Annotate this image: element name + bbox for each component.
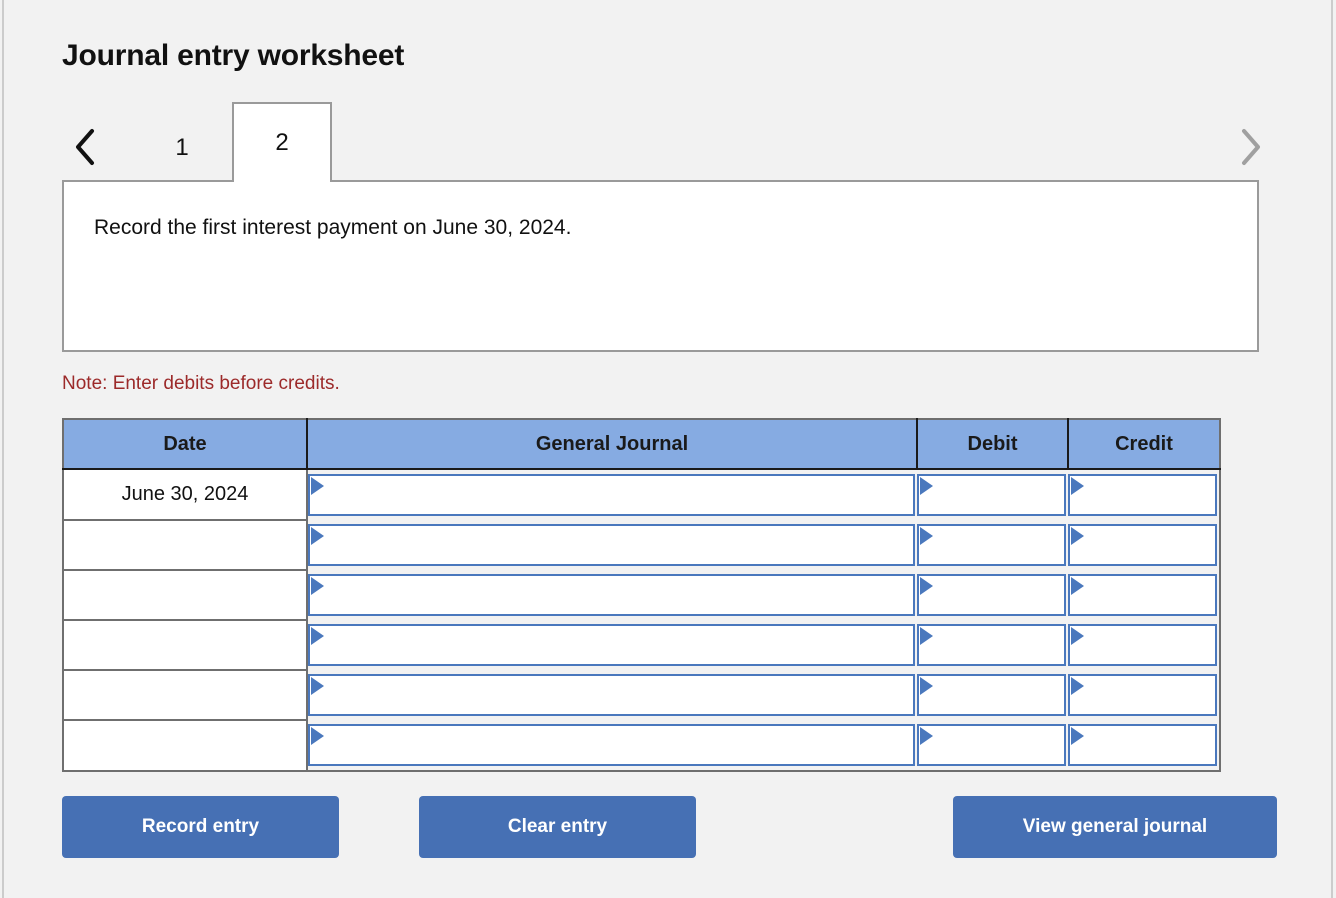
dropdown-triangle-icon: [311, 727, 324, 745]
worksheet-tabstrip: 1 2: [62, 100, 1282, 182]
page-title: Journal entry worksheet: [62, 39, 405, 72]
dropdown-triangle-icon: [920, 527, 933, 545]
cell-date-2[interactable]: [63, 519, 308, 571]
dropdown-triangle-icon: [311, 527, 324, 545]
cell-debit-5[interactable]: [917, 670, 1068, 720]
debit-input-6[interactable]: [917, 724, 1066, 766]
debit-input-5[interactable]: [917, 674, 1066, 716]
cell-credit-5[interactable]: [1068, 670, 1220, 720]
dropdown-triangle-icon: [920, 727, 933, 745]
tab-entry-2[interactable]: 2: [232, 102, 332, 182]
worksheet-tab-list: 1 2: [132, 100, 332, 182]
table-row: [63, 719, 1220, 771]
cell-general-journal-5[interactable]: [307, 670, 917, 720]
column-header-general-journal: General Journal: [307, 419, 918, 470]
general-journal-select-2[interactable]: [308, 524, 915, 566]
dropdown-triangle-icon: [311, 477, 324, 495]
cell-date-1[interactable]: June 30, 2024: [63, 469, 308, 521]
table-row: [63, 569, 1220, 621]
action-button-bar: Record entry Clear entry View general jo…: [62, 796, 1277, 860]
next-entry-button[interactable]: [1228, 114, 1274, 180]
credit-input-1[interactable]: [1068, 474, 1217, 516]
cell-debit-1[interactable]: [917, 469, 1068, 520]
dropdown-triangle-icon: [920, 477, 933, 495]
cell-debit-3[interactable]: [917, 570, 1068, 620]
dropdown-triangle-icon: [1071, 577, 1084, 595]
cell-general-journal-2[interactable]: [307, 520, 917, 570]
journal-table-head: Date General Journal Debit Credit: [63, 419, 1220, 470]
general-journal-select-3[interactable]: [308, 574, 915, 616]
entry-prompt-text: Record the first interest payment on Jun…: [94, 216, 572, 239]
credit-input-4[interactable]: [1068, 624, 1217, 666]
cell-credit-1[interactable]: [1068, 469, 1220, 520]
cell-debit-4[interactable]: [917, 620, 1068, 670]
table-row: June 30, 2024: [63, 469, 1220, 521]
column-header-date: Date: [63, 419, 308, 470]
cell-general-journal-6[interactable]: [307, 720, 917, 771]
general-journal-select-1[interactable]: [308, 474, 915, 516]
general-journal-select-6[interactable]: [308, 724, 915, 766]
debit-input-2[interactable]: [917, 524, 1066, 566]
clear-entry-button[interactable]: Clear entry: [419, 796, 696, 858]
dropdown-triangle-icon: [1071, 727, 1084, 745]
journal-table-header-row: Date General Journal Debit Credit: [63, 419, 1220, 470]
cell-general-journal-3[interactable]: [307, 570, 917, 620]
cell-credit-4[interactable]: [1068, 620, 1220, 670]
debit-input-4[interactable]: [917, 624, 1066, 666]
entry-prompt-panel: Record the first interest payment on Jun…: [62, 180, 1259, 352]
credit-input-3[interactable]: [1068, 574, 1217, 616]
dropdown-triangle-icon: [920, 677, 933, 695]
record-entry-button[interactable]: Record entry: [62, 796, 339, 858]
dropdown-triangle-icon: [311, 577, 324, 595]
cell-credit-2[interactable]: [1068, 520, 1220, 570]
tab-entry-1-label: 1: [175, 134, 189, 161]
table-row: [63, 619, 1220, 671]
table-row: [63, 519, 1220, 571]
dropdown-triangle-icon: [311, 677, 324, 695]
journal-entry-table: Date General Journal Debit Credit June 3…: [62, 418, 1221, 772]
dropdown-triangle-icon: [1071, 677, 1084, 695]
cell-debit-2[interactable]: [917, 520, 1068, 570]
cell-debit-6[interactable]: [917, 720, 1068, 771]
dropdown-triangle-icon: [311, 627, 324, 645]
column-header-debit: Debit: [917, 419, 1069, 470]
dropdown-triangle-icon: [920, 627, 933, 645]
tab-entry-2-label: 2: [275, 129, 289, 156]
journal-table-body: June 30, 2024: [63, 469, 1220, 771]
general-journal-select-5[interactable]: [308, 674, 915, 716]
tab-entry-1[interactable]: 1: [132, 114, 232, 180]
credit-input-2[interactable]: [1068, 524, 1217, 566]
credit-input-6[interactable]: [1068, 724, 1217, 766]
debit-input-1[interactable]: [917, 474, 1066, 516]
previous-entry-button[interactable]: [62, 114, 108, 180]
cell-general-journal-1[interactable]: [307, 469, 917, 520]
page-frame: Journal entry worksheet 1 2 Record the f…: [2, 0, 1333, 898]
cell-credit-6[interactable]: [1068, 720, 1220, 771]
cell-general-journal-4[interactable]: [307, 620, 917, 670]
cell-date-4[interactable]: [63, 619, 308, 671]
cell-date-3[interactable]: [63, 569, 308, 621]
dropdown-triangle-icon: [920, 577, 933, 595]
dropdown-triangle-icon: [1071, 527, 1084, 545]
cell-credit-3[interactable]: [1068, 570, 1220, 620]
table-row: [63, 669, 1220, 721]
chevron-left-icon: [71, 125, 99, 169]
credit-input-5[interactable]: [1068, 674, 1217, 716]
chevron-right-icon: [1237, 125, 1265, 169]
debit-input-3[interactable]: [917, 574, 1066, 616]
view-general-journal-button[interactable]: View general journal: [953, 796, 1277, 858]
column-header-credit: Credit: [1068, 419, 1220, 470]
cell-date-6[interactable]: [63, 719, 308, 771]
cell-date-5[interactable]: [63, 669, 308, 721]
dropdown-triangle-icon: [1071, 627, 1084, 645]
general-journal-select-4[interactable]: [308, 624, 915, 666]
dropdown-triangle-icon: [1071, 477, 1084, 495]
debits-before-credits-note: Note: Enter debits before credits.: [62, 373, 340, 394]
